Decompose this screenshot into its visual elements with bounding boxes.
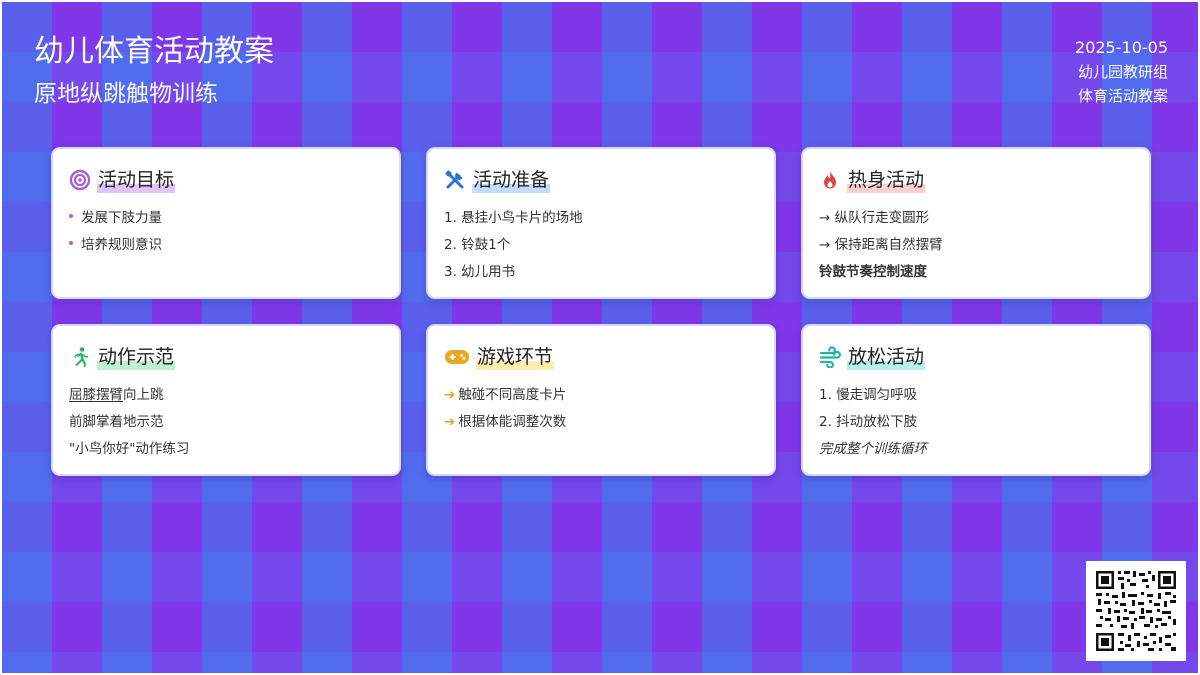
card-demo: 动作示范 屈膝摆臂向上跳 前脚掌着地示范 "小鸟你好"动作练习: [51, 324, 401, 476]
arrow-right-icon: ➔: [444, 414, 456, 430]
list-item: 前脚掌着地示范: [69, 414, 164, 430]
tools-icon: [444, 169, 466, 191]
card-warmup-list: → 纵队行走变圆形 → 保持距离自然摆臂 铃鼓节奏控制速度: [819, 205, 1133, 286]
card-prep: 活动准备 1. 悬挂小鸟卡片的场地 2. 铃鼓1个 3. 幼儿用书: [426, 147, 776, 299]
card-prep-header: 活动准备: [444, 165, 758, 195]
running-icon: [69, 346, 91, 368]
org-label: 幼儿园教研组: [1077, 63, 1168, 81]
card-grid: 活动目标 发展下肢力量 培养规则意识 活动准备 1. 悬挂小鸟卡片的场地 2. …: [51, 147, 1152, 476]
card-relax-list: 1. 慢走调匀呼吸 2. 抖动放松下肢 完成整个训练循环: [819, 382, 1133, 463]
list-item: → 纵队行走变圆形: [819, 210, 930, 226]
target-icon: [69, 169, 91, 191]
arrow-right-icon: ➔: [444, 387, 456, 403]
warmup-note: 铃鼓节奏控制速度: [819, 264, 927, 280]
card-relax-title: 放松活动: [847, 344, 926, 370]
card-goals-title: 活动目标: [97, 167, 176, 193]
card-game-list: ➔ 触碰不同高度卡片 ➔ 根据体能调整次数: [444, 382, 758, 436]
card-relax-header: 放松活动: [819, 342, 1133, 372]
list-item: 屈膝摆臂向上跳: [69, 387, 164, 403]
card-demo-title: 动作示范: [97, 344, 176, 370]
card-goals: 活动目标 发展下肢力量 培养规则意识: [51, 147, 401, 299]
list-item: 培养规则意识: [69, 232, 383, 259]
card-demo-header: 动作示范: [69, 342, 383, 372]
list-item: 2. 铃鼓1个: [444, 237, 511, 253]
card-prep-title: 活动准备: [472, 167, 551, 193]
card-game-title: 游戏环节: [476, 344, 555, 370]
list-item: 2. 抖动放松下肢: [819, 414, 918, 430]
card-game-header: 游戏环节: [444, 342, 758, 372]
lesson-plan-slide: 幼儿体育活动教案 原地纵跳触物训练 2025-10-05 幼儿园教研组 体育活动…: [0, 0, 1200, 675]
list-item: → 保持距离自然摆臂: [819, 237, 943, 253]
card-goals-header: 活动目标: [69, 165, 383, 195]
header-meta: 2025-10-05 幼儿园教研组 体育活动教案: [1075, 36, 1168, 108]
list-item: 发展下肢力量: [69, 205, 383, 232]
list-item: ➔ 根据体能调整次数: [444, 414, 567, 430]
qr-code: [1086, 561, 1186, 661]
page-subtitle: 原地纵跳触物训练: [34, 81, 218, 107]
list-item: 1. 慢走调匀呼吸: [819, 387, 918, 403]
fire-icon: [819, 169, 841, 191]
card-goals-list: 发展下肢力量 培养规则意识: [69, 205, 383, 259]
card-prep-list: 1. 悬挂小鸟卡片的场地 2. 铃鼓1个 3. 幼儿用书: [444, 205, 758, 286]
underlined-keyword: 屈膝摆臂: [69, 387, 123, 403]
card-warmup-header: 热身活动: [819, 165, 1133, 195]
card-relax: 放松活动 1. 慢走调匀呼吸 2. 抖动放松下肢 完成整个训练循环: [801, 324, 1151, 476]
card-game: 游戏环节 ➔ 触碰不同高度卡片 ➔ 根据体能调整次数: [426, 324, 776, 476]
header-left: 幼儿体育活动教案 原地纵跳触物训练: [34, 32, 274, 110]
list-item: "小鸟你好"动作练习: [69, 441, 190, 457]
list-item: 3. 幼儿用书: [444, 264, 516, 280]
gamepad-icon: [444, 346, 470, 368]
list-item: 1. 悬挂小鸟卡片的场地: [444, 210, 583, 226]
page-title: 幼儿体育活动教案: [34, 34, 274, 69]
card-warmup-title: 热身活动: [847, 167, 926, 193]
doc-type-label: 体育活动教案: [1077, 87, 1168, 105]
card-warmup: 热身活动 → 纵队行走变圆形 → 保持距离自然摆臂 铃鼓节奏控制速度: [801, 147, 1151, 299]
bullet-dot-icon: [69, 241, 73, 245]
relax-note: 完成整个训练循环: [819, 441, 927, 457]
card-demo-list: 屈膝摆臂向上跳 前脚掌着地示范 "小鸟你好"动作练习: [69, 382, 383, 463]
list-item: ➔ 触碰不同高度卡片: [444, 387, 567, 403]
wind-icon: [819, 346, 841, 368]
date-label: 2025-10-05: [1075, 38, 1168, 57]
bullet-dot-icon: [69, 214, 73, 218]
